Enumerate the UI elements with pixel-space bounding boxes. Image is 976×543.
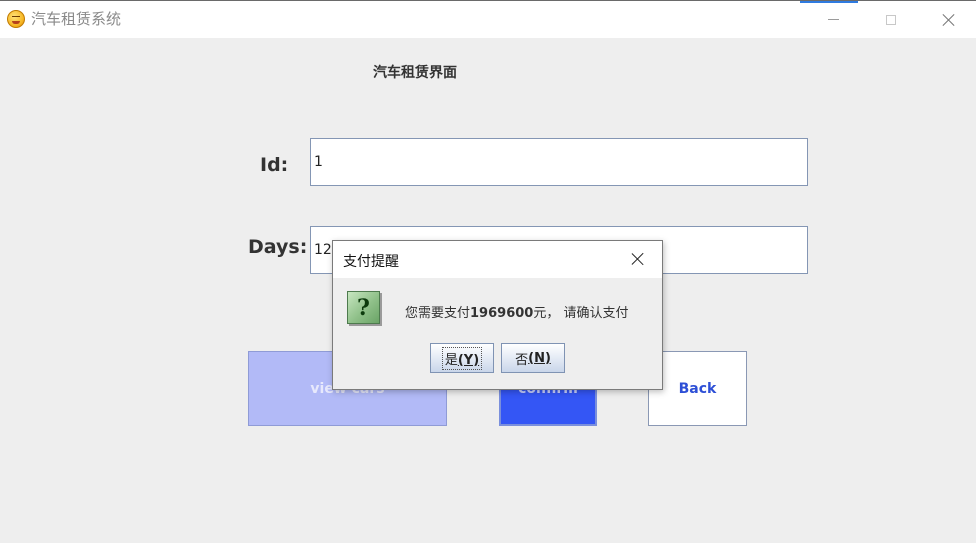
- close-icon: [942, 13, 956, 27]
- app-window: 汽车租赁系统 汽车租赁界面 Id: 1 Days: 123 view cars …: [0, 0, 976, 543]
- yes-button[interactable]: 是(Y): [430, 343, 494, 373]
- minimize-icon: [827, 19, 839, 20]
- window-title: 汽车租赁系统: [31, 10, 122, 28]
- payment-dialog: 支付提醒 ? 您需要支付1969600元， 请确认支付 是(Y) 否 (N): [332, 240, 663, 390]
- minimize-button[interactable]: [804, 1, 862, 38]
- yes-button-focus: 是(Y): [441, 346, 483, 370]
- yes-label: 是: [444, 352, 458, 368]
- message-prefix: 您需要支付: [405, 306, 471, 321]
- emoji-face-icon: [7, 10, 25, 28]
- title-bar[interactable]: 汽车租赁系统: [0, 1, 976, 38]
- no-button[interactable]: 否 (N): [501, 343, 565, 373]
- payment-amount: 1969600: [470, 306, 534, 321]
- yes-mnemonic: (Y): [457, 352, 480, 368]
- no-label: 否: [515, 352, 529, 368]
- message-suffix: 元， 请确认支付: [533, 306, 629, 321]
- close-button[interactable]: [920, 1, 976, 38]
- page-heading: 汽车租赁界面: [373, 65, 457, 81]
- dialog-title: 支付提醒: [343, 254, 399, 270]
- id-input[interactable]: 1: [310, 138, 808, 186]
- dialog-title-bar[interactable]: 支付提醒: [333, 241, 662, 278]
- days-label: Days:: [248, 236, 308, 258]
- maximize-icon: [886, 14, 896, 25]
- dialog-message: 您需要支付1969600元， 请确认支付: [405, 302, 628, 321]
- question-icon: ?: [347, 291, 380, 324]
- dialog-close-icon[interactable]: [631, 252, 645, 266]
- maximize-button[interactable]: [862, 1, 920, 38]
- id-label: Id:: [260, 154, 289, 176]
- no-mnemonic: (N): [528, 350, 551, 366]
- id-input-value: 1: [314, 154, 323, 170]
